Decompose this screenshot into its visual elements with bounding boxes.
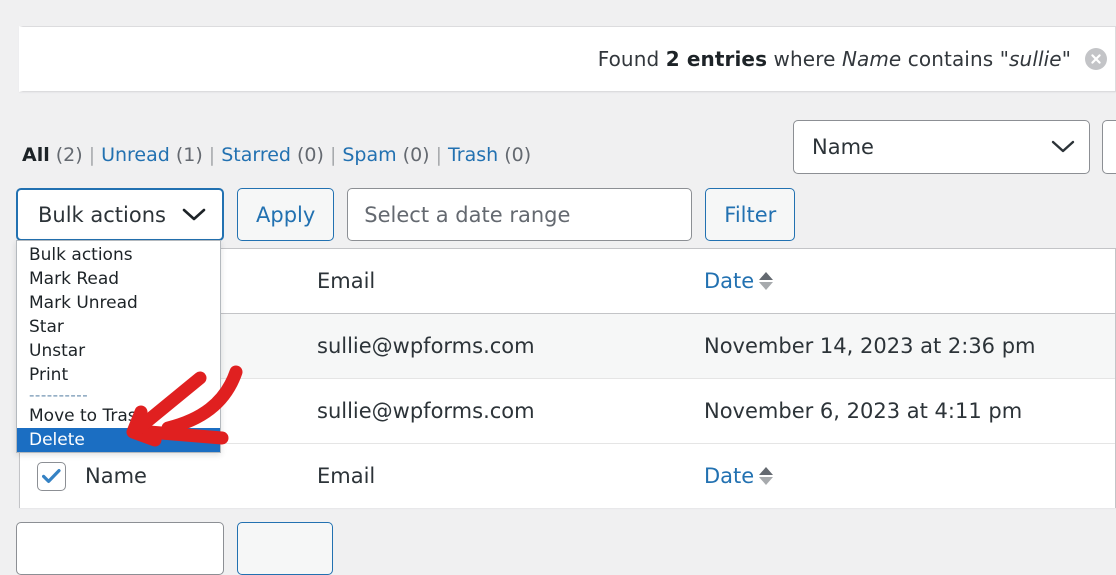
dropdown-separator: ---------- [29, 386, 89, 404]
dropdown-option-print[interactable]: Print [17, 363, 220, 387]
select-all-footer-checkbox-cell [37, 461, 73, 491]
notice-value: "sullie" [1000, 47, 1071, 71]
dropdown-option-unstar[interactable]: Unstar [17, 339, 220, 363]
bulk-actions-select-bottom[interactable] [16, 522, 224, 575]
filter-count-trash: (0) [498, 144, 532, 166]
notice-value-text: "sullie" [999, 47, 1071, 71]
filter-count-spam: (0) [396, 144, 430, 166]
chevron-down-icon [1051, 135, 1075, 159]
column-footer-email: Email [317, 464, 376, 488]
notice-operator: contains [901, 47, 1000, 71]
column-footer-date: Date [704, 464, 1115, 488]
entry-status-filter-links: All (2) | Unread (1) | Starred (0) | Spam (0) |… [22, 146, 531, 165]
cell-date: November 14, 2023 at 2:36 pm [704, 334, 1036, 358]
filter-separator: | [329, 144, 337, 166]
filter-separator: | [435, 144, 442, 166]
filter-count-unread: (1) [169, 144, 203, 166]
filter-separator: | [208, 144, 216, 166]
sort-by-date-link[interactable]: Date [704, 269, 774, 293]
dropdown-option-bulk-actions[interactable]: Bulk actions [17, 243, 220, 267]
search-field-select-value: Name [812, 135, 874, 159]
table-footer-row: Name Email Date [20, 444, 1115, 508]
date-range-placeholder: Select a date range [364, 202, 571, 227]
column-header-email: Email [317, 269, 376, 293]
column-footer-date-label: Date [704, 464, 755, 488]
dropdown-option-mark-unread[interactable]: Mark Unread [17, 291, 220, 315]
dropdown-option-mark-read[interactable]: Mark Read [17, 267, 220, 291]
filter-link-unread[interactable]: Unread [101, 144, 170, 166]
search-term-input[interactable] [1102, 120, 1116, 174]
dropdown-option-delete[interactable]: Delete [17, 428, 220, 452]
notice-middle: where [767, 47, 842, 71]
notice-count: 2 entries [665, 47, 768, 71]
sort-arrows-icon [759, 272, 774, 290]
bulk-actions-select[interactable]: Bulk actions [16, 188, 224, 241]
sort-by-date-link-footer[interactable]: Date [704, 464, 774, 488]
column-footer-name: Name [85, 464, 147, 488]
apply-button[interactable]: Apply [237, 188, 335, 241]
filter-count-starred: (0) [290, 144, 324, 166]
filter-count-all: (2) [49, 144, 83, 166]
filter-link-all[interactable]: All [22, 144, 50, 166]
apply-button-bottom[interactable] [237, 522, 333, 575]
notice-text: Found 2 entries where Name contains "sul… [598, 47, 1071, 71]
bulk-actions-toolbar-bottom [16, 522, 333, 575]
bulk-actions-dropdown-menu[interactable]: Bulk actions Mark Read Mark Unread Star Unst… [16, 240, 221, 453]
filter-link-starred[interactable]: Starred [221, 144, 291, 166]
cell-email: sullie@wpforms.com [317, 334, 535, 358]
notice-prefix: Found [597, 47, 666, 71]
notice-field: Name [841, 47, 902, 71]
select-all-footer-checkbox[interactable] [37, 461, 66, 491]
bulk-actions-select-value: Bulk actions [38, 202, 166, 227]
sort-arrows-icon [759, 467, 774, 485]
date-range-input[interactable]: Select a date range [347, 188, 693, 241]
dropdown-option-star[interactable]: Star [17, 315, 220, 339]
bulk-actions-toolbar-top: Bulk actions Apply Select a date range F… [16, 188, 796, 241]
column-header-date: Date [704, 269, 1115, 293]
search-results-notice: Found 2 entries where Name contains "sul… [19, 26, 1116, 92]
chevron-down-icon [182, 203, 206, 227]
search-controls: Name [793, 120, 1116, 174]
filter-link-spam[interactable]: Spam [342, 144, 396, 166]
column-header-date-label: Date [704, 269, 755, 293]
cell-date: November 6, 2023 at 4:11 pm [704, 399, 1023, 423]
filter-button[interactable]: Filter [705, 188, 796, 241]
filter-link-trash[interactable]: Trash [448, 144, 498, 166]
dropdown-option-move-to-trash[interactable]: Move to Trash [17, 404, 220, 428]
search-field-select[interactable]: Name [793, 120, 1090, 174]
cell-email: sullie@wpforms.com [317, 399, 535, 423]
close-circle-icon[interactable] [1085, 48, 1107, 70]
filter-separator: | [88, 144, 96, 166]
